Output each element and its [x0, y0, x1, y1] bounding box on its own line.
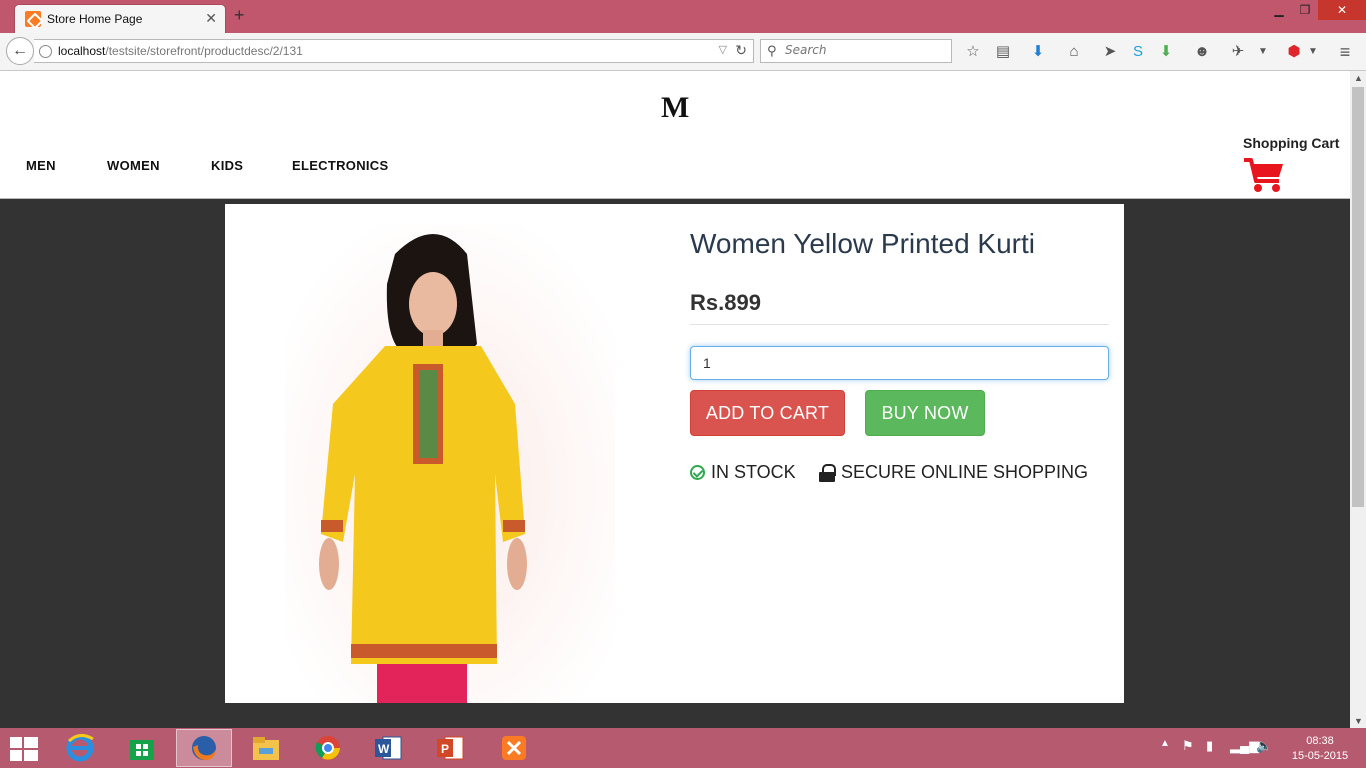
store-logo[interactable]: M: [661, 91, 689, 125]
chat-icon[interactable]: ☻: [1191, 41, 1213, 63]
search-icon: ⚲: [767, 43, 777, 58]
browser-titlebar: Store Home Page ✕ + ▁ ❐ ✕: [0, 0, 1366, 33]
product-title: Women Yellow Printed Kurti: [690, 228, 1035, 259]
clock-time: 08:38: [1306, 735, 1334, 747]
check-circle-icon: [690, 465, 705, 480]
network-signal-icon[interactable]: ▂▄▆: [1230, 738, 1259, 754]
downloads-icon[interactable]: ⬇: [1027, 41, 1049, 63]
product-price: Rs.899: [690, 290, 761, 315]
extension-dropdown-icon[interactable]: ▼: [1252, 41, 1274, 63]
send-icon[interactable]: ➤: [1099, 41, 1121, 63]
reading-list-icon[interactable]: ▤: [992, 41, 1014, 63]
new-tab-button[interactable]: +: [234, 5, 245, 26]
adblock-dropdown-icon[interactable]: ▼: [1302, 41, 1324, 63]
lock-icon: [819, 463, 836, 482]
word-icon[interactable]: W: [360, 729, 416, 767]
show-hidden-icons-icon[interactable]: ▲: [1160, 738, 1170, 749]
url-path: /testsite/storefront/productdesc/2/131: [105, 44, 303, 58]
store-header: M MEN WOMEN KIDS ELECTRONICS Shopping Ca…: [0, 71, 1350, 199]
globe-icon: [39, 45, 52, 58]
scrollbar-thumb[interactable]: [1352, 87, 1364, 507]
svg-text:P: P: [441, 742, 449, 756]
tab-title: Store Home Page: [47, 12, 143, 26]
product-panel: Women Yellow Printed Kurti Rs.899 ADD TO…: [225, 204, 1124, 703]
secure-shopping-label: SECURE ONLINE SHOPPING: [841, 462, 1089, 482]
scroll-down-icon[interactable]: ▼: [1354, 716, 1363, 726]
history-dropdown-icon[interactable]: ▽: [719, 43, 727, 56]
shopping-cart-icon[interactable]: [1243, 157, 1285, 193]
windows-taskbar: W P ▲ ⚑ ▮ ▂▄▆ 🔈 08:38 15-05-2015: [0, 728, 1366, 768]
product-image: [285, 224, 615, 703]
action-center-flag-icon[interactable]: ⚑: [1182, 738, 1194, 754]
page-scrollbar[interactable]: ▲ ▼: [1350, 71, 1366, 728]
reload-icon[interactable]: ↻: [735, 42, 747, 59]
chrome-icon[interactable]: [300, 729, 356, 767]
search-bar[interactable]: ⚲: [760, 39, 952, 63]
nav-electronics[interactable]: ELECTRONICS: [292, 158, 388, 173]
maximize-button[interactable]: ❐: [1292, 0, 1318, 20]
windows-store-icon[interactable]: [114, 729, 170, 767]
browser-tab[interactable]: Store Home Page ✕: [14, 4, 226, 33]
skype-icon[interactable]: S: [1127, 41, 1149, 63]
file-explorer-icon[interactable]: [238, 729, 294, 767]
powerpoint-icon[interactable]: P: [422, 729, 478, 767]
download-helper-icon[interactable]: ⬇: [1155, 41, 1177, 63]
extension-icon[interactable]: ✈: [1227, 41, 1249, 63]
back-button[interactable]: ←: [6, 37, 34, 65]
firefox-icon[interactable]: [176, 729, 232, 767]
search-input[interactable]: [785, 43, 945, 57]
system-clock[interactable]: 08:38 15-05-2015: [1288, 734, 1352, 764]
in-stock-label: IN STOCK: [711, 462, 796, 482]
xampp-icon[interactable]: [486, 729, 542, 767]
url-text: localhost/testsite/storefront/productdes…: [58, 44, 303, 58]
svg-text:W: W: [378, 742, 390, 756]
nav-men[interactable]: MEN: [26, 158, 56, 173]
internet-explorer-icon[interactable]: [52, 729, 108, 767]
menu-icon[interactable]: ≡: [1334, 41, 1356, 63]
buy-now-button[interactable]: BUY NOW: [865, 390, 985, 436]
price-divider: [690, 324, 1109, 325]
shopping-cart-label[interactable]: Shopping Cart: [1243, 135, 1339, 151]
scroll-up-icon[interactable]: ▲: [1354, 73, 1363, 83]
tab-close-icon[interactable]: ✕: [205, 10, 217, 27]
windows-start-icon[interactable]: [10, 737, 38, 761]
volume-icon[interactable]: 🔈: [1256, 738, 1272, 754]
address-bar[interactable]: localhost/testsite/storefront/productdes…: [34, 39, 754, 63]
close-window-button[interactable]: ✕: [1318, 0, 1366, 20]
web-page: M MEN WOMEN KIDS ELECTRONICS Shopping Ca…: [0, 71, 1350, 728]
battery-icon[interactable]: ▮: [1206, 738, 1213, 754]
xampp-favicon-icon: [25, 11, 41, 27]
clock-date: 15-05-2015: [1291, 750, 1349, 762]
in-stock-badge: IN STOCK: [690, 462, 796, 483]
bookmark-star-icon[interactable]: ☆: [962, 41, 984, 63]
quantity-input[interactable]: [690, 346, 1109, 380]
home-icon[interactable]: ⌂: [1063, 41, 1085, 63]
browser-navbar: ← localhost/testsite/storefront/productd…: [0, 33, 1366, 71]
nav-women[interactable]: WOMEN: [107, 158, 160, 173]
url-host: localhost: [58, 44, 106, 58]
minimize-button[interactable]: ▁: [1266, 0, 1292, 20]
secure-shopping-badge: SECURE ONLINE SHOPPING: [819, 462, 1088, 483]
add-to-cart-button[interactable]: ADD TO CART: [690, 390, 845, 436]
nav-kids[interactable]: KIDS: [211, 158, 243, 173]
